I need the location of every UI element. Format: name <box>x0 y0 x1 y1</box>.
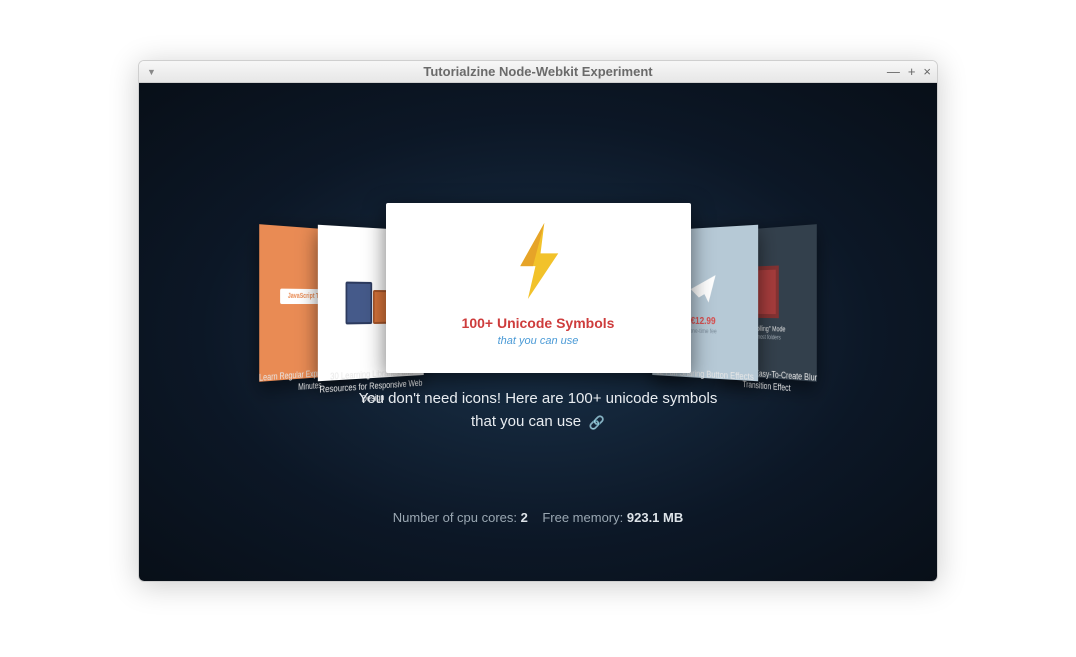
window-title: Tutorialzine Node-Webkit Experiment <box>139 64 937 79</box>
card-price: €12.99 <box>691 315 716 326</box>
maximize-icon[interactable]: + <box>908 64 916 79</box>
carousel-card-active[interactable]: 100+ Unicode Symbols that you can use <box>386 203 691 373</box>
center-card-title: 100+ Unicode Symbols <box>462 315 615 331</box>
close-icon[interactable]: × <box>923 64 931 79</box>
carousel: JavaScript Tips… Learn Regular Expressio… <box>139 203 937 403</box>
cpu-cores-value: 2 <box>521 510 528 525</box>
article-headline: You don't need icons! Here are 100+ unic… <box>139 388 937 433</box>
cpu-cores-label: Number of cpu cores: <box>393 510 517 525</box>
article-headline-text: You don't need icons! Here are 100+ unic… <box>359 390 718 430</box>
card-price-sub: one-time fee <box>690 328 717 335</box>
free-memory-value: 923.1 MB <box>627 510 683 525</box>
menu-down-icon[interactable]: ▼ <box>147 67 156 77</box>
card-badge-sub <box>309 310 310 317</box>
system-stats: Number of cpu cores: 2 Free memory: 923.… <box>139 510 937 525</box>
center-card-subtitle: that you can use <box>498 335 579 347</box>
window-titlebar: ▼ Tutorialzine Node-Webkit Experiment — … <box>139 61 937 83</box>
lightning-icon <box>510 223 566 299</box>
minimize-icon[interactable]: — <box>887 64 900 79</box>
app-window: ▼ Tutorialzine Node-Webkit Experiment — … <box>138 60 938 582</box>
app-content: JavaScript Tips… Learn Regular Expressio… <box>139 83 937 581</box>
free-memory-label: Free memory: <box>542 510 623 525</box>
link-icon[interactable]: 🔗 <box>585 415 605 430</box>
